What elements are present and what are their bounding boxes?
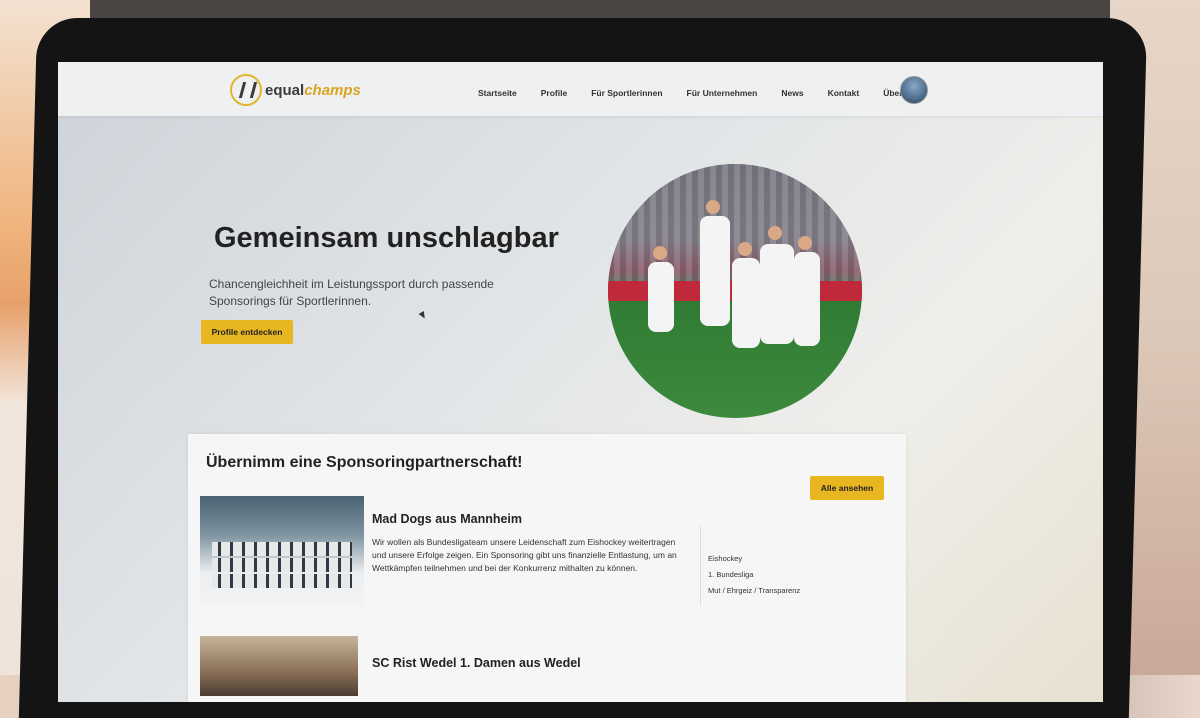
team-name[interactable]: SC Rist Wedel 1. Damen aus Wedel <box>372 656 581 670</box>
team-tag-league: 1. Bundesliga <box>708 570 754 579</box>
sponsoring-title: Übernimm eine Sponsoringpartnerschaft! <box>206 454 523 471</box>
team-item-mad-dogs[interactable]: Mad Dogs aus Mannheim Wir wollen als Bun… <box>200 496 900 616</box>
nav-item-profile[interactable]: Profile <box>541 88 567 98</box>
player-figure <box>732 258 760 348</box>
player-figure <box>794 252 820 346</box>
laptop-screen: equalchamps Startseite Profile Für Sport… <box>58 62 1103 702</box>
mouse-cursor-icon <box>418 310 428 321</box>
nav-item-fuer-sportlerinnen[interactable]: Für Sportlerinnen <box>591 88 662 98</box>
player-head <box>738 242 752 256</box>
nav-item-kontakt[interactable]: Kontakt <box>828 88 860 98</box>
player-figure <box>648 262 674 332</box>
team-photo <box>200 496 364 606</box>
team-photo <box>200 636 358 696</box>
profile-entdecken-button[interactable]: Profile entdecken <box>201 320 293 344</box>
team-description: Wir wollen als Bundesligateam unsere Lei… <box>372 537 677 573</box>
team-photo-row <box>212 542 352 556</box>
team-photo-row <box>212 558 352 572</box>
site-logo[interactable]: equalchamps <box>230 74 361 106</box>
team-name[interactable]: Mad Dogs aus Mannheim <box>372 512 522 526</box>
logo-text: equalchamps <box>265 82 361 99</box>
player-figure <box>700 216 730 326</box>
logo-text-equal: equal <box>265 81 305 99</box>
hero-subtitle: Chancengleichheit im Leistungssport durc… <box>209 277 494 308</box>
sponsoring-card: Übernimm eine Sponsoringpartnerschaft! A… <box>188 434 906 702</box>
team-photo-row <box>212 574 352 588</box>
player-head <box>798 236 812 250</box>
team-item-sc-rist-wedel[interactable]: SC Rist Wedel 1. Damen aus Wedel <box>200 636 900 702</box>
main-menu: Startseite Profile Für Sportlerinnen Für… <box>478 88 944 98</box>
player-figure <box>760 244 794 344</box>
player-head <box>653 246 667 260</box>
player-head <box>768 226 782 240</box>
team-divider <box>700 526 701 606</box>
nav-item-news[interactable]: News <box>781 88 803 98</box>
logo-icon <box>230 74 262 106</box>
hero-title: Gemeinsam unschlagbar <box>214 222 559 254</box>
logo-text-champs: champs <box>304 81 361 99</box>
team-tag-values: Mut / Ehrgeiz / Transparenz <box>708 586 801 595</box>
player-head <box>706 200 720 214</box>
hero-photo-football-team <box>608 164 862 418</box>
nav-item-fuer-unternehmen[interactable]: Für Unternehmen <box>687 88 758 98</box>
top-navigation: equalchamps Startseite Profile Für Sport… <box>58 62 1103 116</box>
nav-item-startseite[interactable]: Startseite <box>478 88 517 98</box>
user-avatar[interactable] <box>900 76 928 104</box>
team-tag-sport: Eishockey <box>708 554 743 563</box>
